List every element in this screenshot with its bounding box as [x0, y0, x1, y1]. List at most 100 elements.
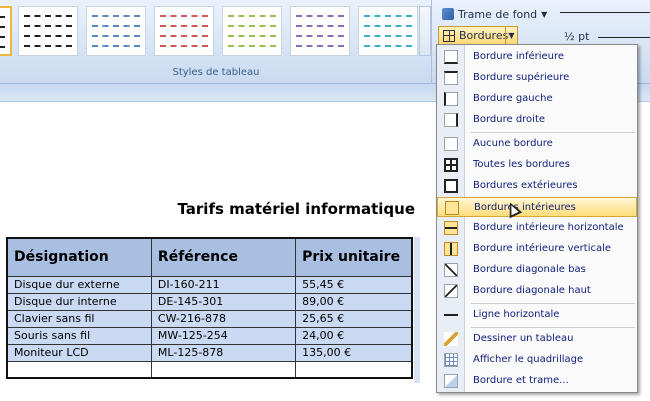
style-preview-line [160, 35, 208, 37]
style-preview-line [160, 15, 208, 17]
table-cell[interactable]: 25,65 € [295, 310, 413, 328]
style-preview-line [24, 25, 72, 27]
table-cell[interactable]: ML-125-878 [150, 344, 297, 362]
menu-item-label: Bordure diagonale bas [473, 264, 586, 275]
menu-item[interactable]: Bordure gauche [437, 89, 637, 109]
price-table[interactable]: Désignation Référence Prix unitaire Disq… [6, 237, 413, 379]
table-style-thumbnail[interactable] [222, 6, 282, 56]
word-window: Styles de tableau Trame de fond ▼ Bordur… [0, 0, 650, 401]
all-borders-icon [444, 158, 458, 172]
view-gridlines-icon [444, 353, 458, 367]
header-unit-price[interactable]: Prix unitaire [295, 237, 413, 277]
table-row [6, 361, 413, 379]
table-style-thumbnail[interactable] [86, 6, 146, 56]
menu-separator [471, 327, 635, 328]
borders-label: Bordures [459, 29, 509, 42]
table-cell[interactable] [295, 361, 413, 379]
menu-item-label: Bordures intérieures [474, 202, 576, 213]
borders-and-shading-icon [444, 374, 458, 388]
table-cell[interactable]: DE-145-301 [150, 293, 297, 311]
borders-dropdown-menu: Bordure inférieure Bordure supérieure Bord… [436, 44, 638, 393]
style-preview-line [364, 35, 412, 37]
table-cell[interactable]: 89,00 € [295, 293, 413, 311]
menu-item[interactable]: Bordure diagonale haut [437, 281, 637, 301]
style-preview-line [296, 15, 344, 17]
table-cell[interactable]: 135,00 € [295, 344, 413, 362]
style-preview-line [0, 16, 5, 18]
table-cell[interactable]: Clavier sans fil [6, 310, 152, 328]
horizontal-line-icon [444, 308, 458, 322]
table-selection-edge [414, 237, 420, 383]
menu-item-label: Afficher le quadrillage [473, 354, 584, 365]
chevron-down-icon[interactable]: ▼ [505, 27, 517, 44]
menu-item-label: Aucune bordure [473, 138, 553, 149]
table-cell[interactable]: CW-216-878 [150, 310, 297, 328]
menu-item-label: Bordures extérieures [473, 180, 578, 191]
style-preview-line [92, 15, 140, 17]
inside-vertical-border-icon [444, 242, 458, 256]
menu-item-label: Bordure intérieure verticale [473, 243, 612, 254]
menu-item-label: Bordure droite [473, 114, 546, 125]
style-preview-line [92, 25, 140, 27]
menu-item[interactable]: Dessiner un tableau [437, 329, 637, 349]
menu-item[interactable]: Bordures intérieures [437, 197, 637, 217]
style-preview-line [160, 25, 208, 27]
menu-separator [471, 303, 635, 304]
style-preview-line [24, 35, 72, 37]
shading-button[interactable]: Trame de fond ▼ [442, 6, 547, 22]
menu-item[interactable]: Bordure droite [437, 110, 637, 130]
style-preview-line [228, 25, 276, 27]
table-style-thumbnail[interactable] [0, 6, 12, 56]
style-preview-line [364, 45, 412, 47]
menu-item[interactable]: Bordure inférieure [437, 47, 637, 67]
table-cell[interactable] [150, 361, 297, 379]
table-cell[interactable]: Disque dur interne [6, 293, 152, 311]
diagonal-down-border-icon [444, 263, 458, 277]
table-style-thumbnail[interactable] [18, 6, 78, 56]
style-preview-line [228, 35, 276, 37]
table-row: Souris sans fil MW-125-254 24,00 € [6, 327, 413, 345]
border-bottom-icon [444, 50, 458, 64]
menu-item[interactable]: Bordure diagonale bas [437, 260, 637, 280]
draw-table-icon [444, 332, 458, 346]
menu-item[interactable]: Afficher le quadrillage [437, 350, 637, 370]
menu-item[interactable]: Bordure intérieure horizontale [437, 218, 637, 238]
table-cell[interactable]: Moniteur LCD [6, 344, 152, 362]
menu-item[interactable]: Aucune bordure [437, 134, 637, 154]
table-cell[interactable]: 24,00 € [295, 327, 413, 345]
menu-item[interactable]: Bordures extérieures [437, 176, 637, 196]
table-cell[interactable]: MW-125-254 [150, 327, 297, 345]
menu-item[interactable]: Bordure supérieure [437, 68, 637, 88]
styles-gallery-scrollbar[interactable] [419, 6, 431, 56]
table-cell[interactable]: 55,45 € [295, 276, 413, 294]
styles-group-label: Styles de tableau [172, 67, 260, 78]
menu-item-label: Bordure supérieure [473, 72, 570, 83]
table-style-thumbnail[interactable] [358, 6, 418, 56]
style-preview-line [92, 45, 140, 47]
table-style-thumbnail[interactable] [290, 6, 350, 56]
table-cell[interactable]: Disque dur externe [6, 276, 152, 294]
menu-item-label: Toutes les bordures [473, 159, 570, 170]
pen-style-selector[interactable] [560, 12, 650, 13]
menu-item-label: Ligne horizontale [473, 309, 560, 320]
menu-item[interactable]: Bordure intérieure verticale [437, 239, 637, 259]
header-reference[interactable]: Référence [150, 237, 297, 277]
table-cell[interactable]: Souris sans fil [6, 327, 152, 345]
shading-label: Trame de fond [458, 7, 538, 21]
menu-item[interactable]: Toutes les bordures [437, 155, 637, 175]
menu-item[interactable]: Bordure et trame... [437, 371, 637, 391]
style-preview-line [364, 25, 412, 27]
menu-item-label: Bordure et trame... [473, 375, 569, 386]
table-cell[interactable]: DI-160-211 [150, 276, 297, 294]
menu-item[interactable]: Ligne horizontale [437, 305, 637, 325]
borders-button[interactable]: Bordures ▼ [438, 26, 518, 45]
menu-item-label: Bordure inférieure [473, 51, 565, 62]
menu-separator [471, 132, 635, 133]
table-style-thumbnail[interactable] [154, 6, 214, 56]
pen-weight-selector[interactable]: ½ pt [564, 30, 589, 43]
chevron-down-icon: ▼ [541, 9, 548, 19]
table-row: Disque dur interne DE-145-301 89,00 € [6, 293, 413, 311]
table-row: Clavier sans fil CW-216-878 25,65 € [6, 310, 413, 328]
header-designation[interactable]: Désignation [6, 237, 152, 277]
table-cell[interactable] [6, 361, 152, 379]
